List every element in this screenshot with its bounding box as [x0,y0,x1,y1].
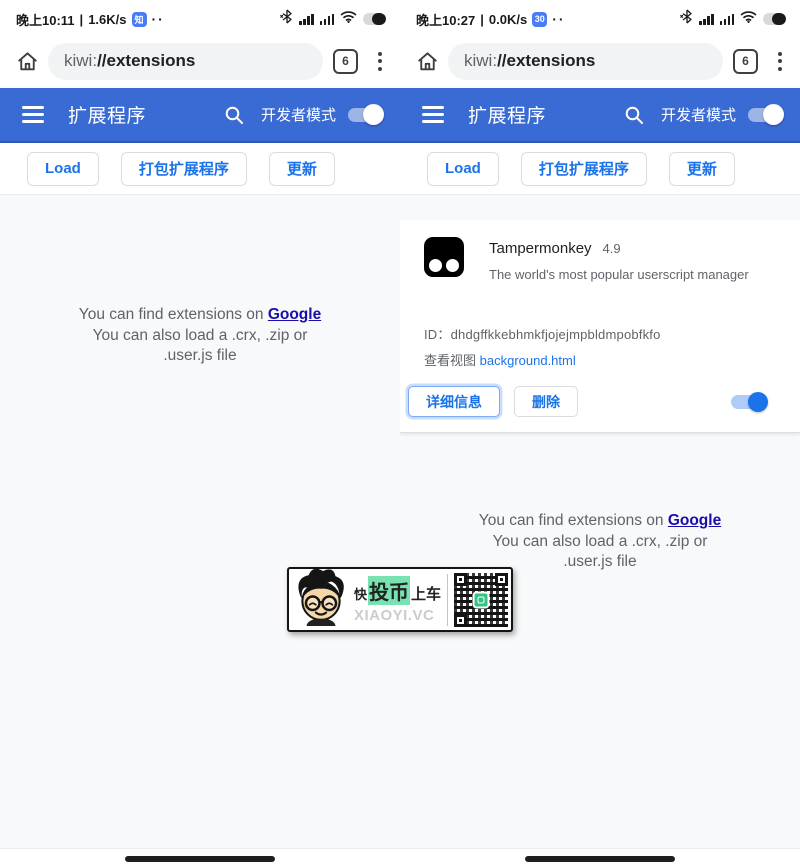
load-button[interactable]: Load [427,152,499,186]
status-bar: 晚上10:11 | 1.6K/s 知 ·· [0,0,400,38]
battery-icon [763,13,786,25]
extension-description: The world's most popular userscript mana… [489,267,749,282]
gesture-nav-area [0,848,400,867]
browser-toolbar: kiwi://extensions 6 [400,38,800,88]
bluetooth-icon [680,9,693,29]
url-path: //extensions [97,51,195,71]
browser-menu-button[interactable] [772,48,788,75]
qr-center-logo [473,591,490,608]
watermark-text: 快 投币 上车 XIAOYI.VC [354,576,443,624]
status-network-speed: 1.6K/s [88,12,126,27]
extension-enabled-toggle[interactable] [731,392,766,412]
status-app-badge: 知 [132,12,147,27]
signal-icon-sim1 [299,14,314,25]
extension-card-tampermonkey: Tampermonkey 4.9 The world's most popula… [400,220,800,433]
status-bar: 晚上10:27 | 0.0K/s 30 ·· [400,0,800,38]
home-indicator[interactable] [125,856,275,862]
developer-mode-label: 开发者模式 [261,104,336,125]
extension-id-value: dhdgffkkebhmkfjojejmpbldmpobfkfo [451,327,661,342]
extension-id-label: ID： [424,327,451,342]
wifi-icon [340,10,357,28]
watermark-word-fast: 快 [354,584,367,603]
signal-icon-sim2 [320,14,335,25]
google-link[interactable]: Google [668,512,721,529]
empty-state-message: You can find extensions on Google You ca… [435,433,765,573]
browser-toolbar: kiwi://extensions 6 [0,38,400,88]
developer-mode-label: 开发者模式 [661,104,736,125]
hamburger-menu-icon[interactable] [420,102,446,127]
search-icon[interactable] [223,104,245,126]
extensions-content: You can find extensions on Google You ca… [0,195,400,848]
url-scheme: kiwi: [464,51,497,71]
cartoon-avatar [292,568,350,631]
extensions-toolbar: Load 打包扩展程序 更新 [400,143,800,195]
pack-extension-button[interactable]: 打包扩展程序 [121,152,247,186]
phone-screenshot-left: 晚上10:11 | 1.6K/s 知 ·· kiwi://extensions … [0,0,400,867]
url-scheme: kiwi: [64,51,97,71]
extensions-header: 扩展程序 开发者模式 [0,88,400,143]
status-separator: | [480,12,484,27]
browser-menu-button[interactable] [372,48,388,75]
inspect-views-line: 查看视图 background.html [424,350,776,369]
watermark-word-highlight: 投币 [368,576,410,605]
home-indicator[interactable] [525,856,675,862]
tab-counter-button[interactable]: 6 [733,49,758,74]
status-time: 晚上10:11 [16,10,75,29]
load-button[interactable]: Load [27,152,99,186]
load-hint-line1: You can also load a .crx, .zip or [435,532,765,553]
update-button[interactable]: 更新 [669,152,735,186]
status-separator: | [80,12,84,27]
extension-id-line: ID：dhdgffkkebhmkfjojejmpbldmpobfkfo [424,324,776,343]
watermark-divider [447,574,448,626]
hamburger-menu-icon[interactable] [20,102,46,127]
developer-mode-toggle[interactable] [748,105,782,124]
bluetooth-icon [280,9,293,29]
wifi-icon [740,10,757,28]
watermark-word-tail: 上车 [411,583,441,604]
details-button[interactable]: 详细信息 [408,386,500,417]
status-time: 晚上10:27 [416,10,475,29]
google-link[interactable]: Google [268,306,321,323]
update-button[interactable]: 更新 [269,152,335,186]
status-app-badge: 30 [532,12,547,27]
tampermonkey-icon [424,237,464,277]
search-icon[interactable] [623,104,645,126]
pack-extension-button[interactable]: 打包扩展程序 [521,152,647,186]
find-extensions-line: You can find extensions on Google [435,511,765,532]
find-extensions-text: You can find extensions on [479,512,668,529]
load-hint-line1: You can also load a .crx, .zip or [35,326,365,347]
signal-icon-sim2 [720,14,735,25]
page-title: 扩展程序 [468,101,623,128]
empty-state-message: You can find extensions on Google You ca… [35,195,365,367]
remove-button[interactable]: 删除 [514,386,578,417]
inspect-views-label: 查看视图 [424,353,480,368]
background-html-link[interactable]: background.html [480,353,576,368]
load-hint-line2: .user.js file [35,346,365,367]
extensions-content: Tampermonkey 4.9 The world's most popula… [400,195,800,848]
extension-version: 4.9 [603,241,621,256]
watermark-banner: 快 投币 上车 XIAOYI.VC [287,567,513,632]
url-address-bar[interactable]: kiwi://extensions [48,43,323,80]
signal-icon-sim1 [699,14,714,25]
battery-icon [363,13,386,25]
qr-code [454,573,508,627]
url-address-bar[interactable]: kiwi://extensions [448,43,723,80]
home-button[interactable] [410,49,444,74]
developer-mode-toggle[interactable] [348,105,382,124]
watermark-site: XIAOYI.VC [354,607,443,624]
gesture-nav-area [400,848,800,867]
status-notification-dots: ·· [152,11,165,27]
status-notification-dots: ·· [552,11,565,27]
home-button[interactable] [10,49,44,74]
find-extensions-text: You can find extensions on [79,306,268,323]
page-title: 扩展程序 [68,101,223,128]
find-extensions-line: You can find extensions on Google [35,305,365,326]
tab-counter-button[interactable]: 6 [333,49,358,74]
extensions-header: 扩展程序 开发者模式 [400,88,800,143]
extensions-toolbar: Load 打包扩展程序 更新 [0,143,400,195]
extension-name: Tampermonkey [489,240,592,257]
url-path: //extensions [497,51,595,71]
status-network-speed: 0.0K/s [489,12,527,27]
phone-screenshot-right: 晚上10:27 | 0.0K/s 30 ·· kiwi://extensions… [400,0,800,867]
